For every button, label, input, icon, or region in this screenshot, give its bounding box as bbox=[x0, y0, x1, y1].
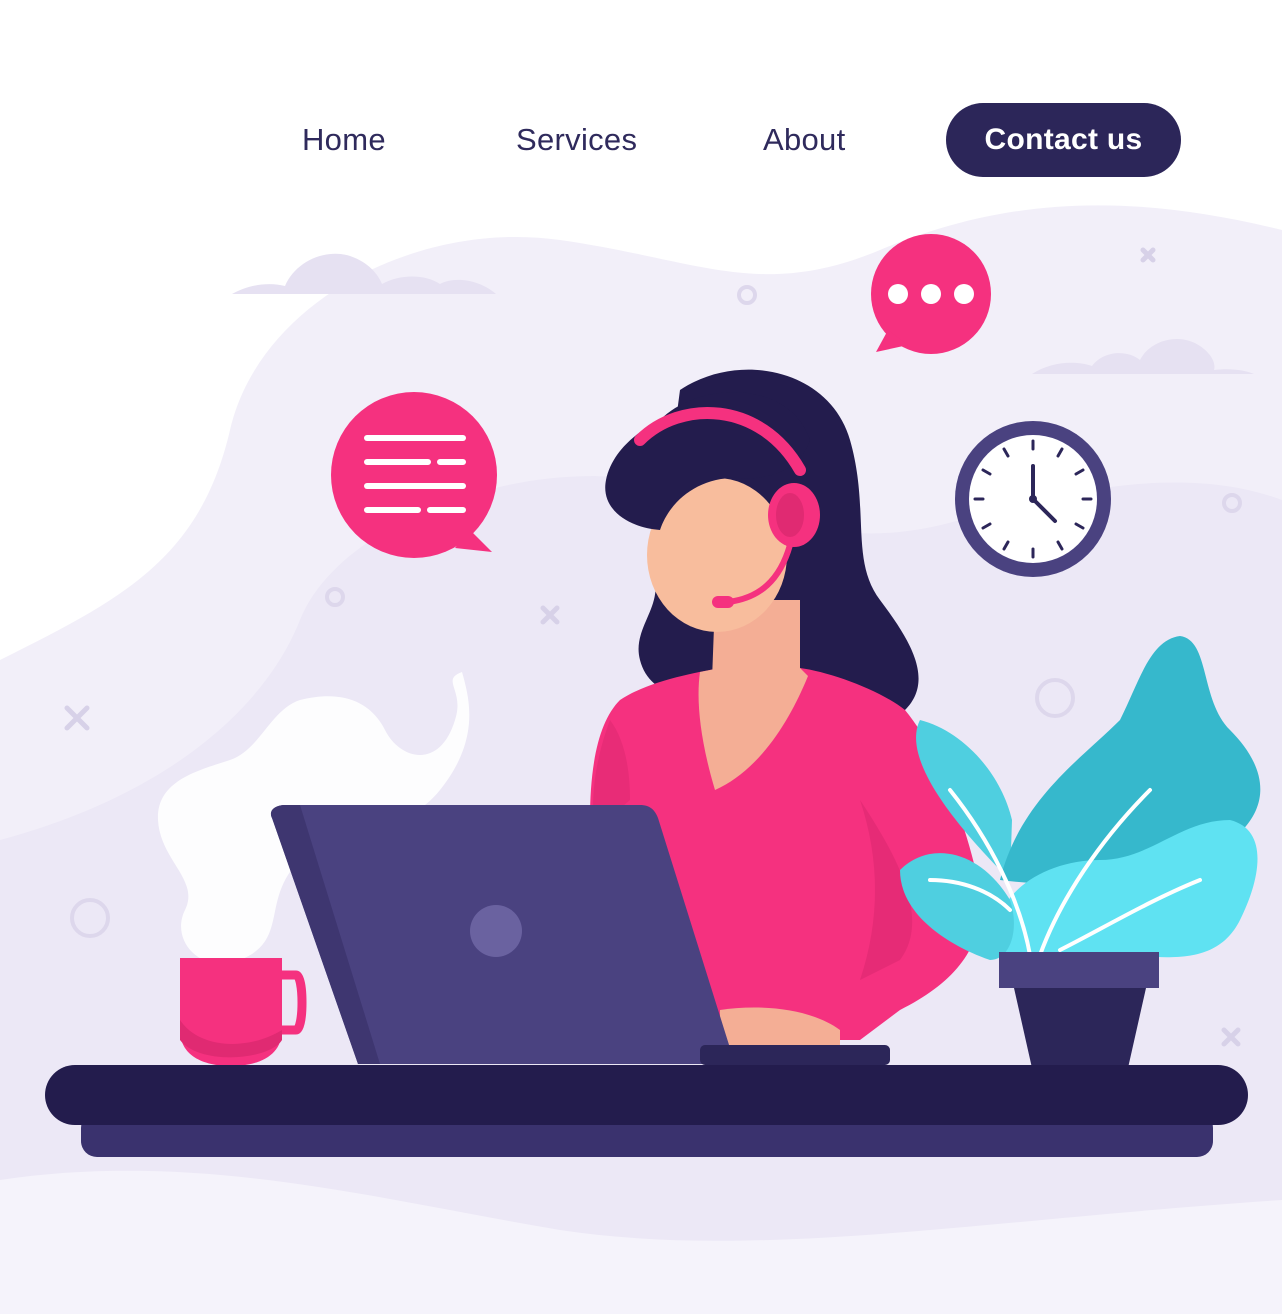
text-message-bubble-icon bbox=[331, 392, 497, 558]
desk bbox=[45, 1065, 1248, 1157]
wall-clock-icon bbox=[955, 421, 1111, 577]
top-nav: Home Services About Contact us bbox=[0, 103, 1282, 177]
landing-page: Home Services About Contact us bbox=[0, 0, 1282, 1314]
support-agent-illustration bbox=[0, 205, 1282, 1314]
typing-dots-bubble-icon bbox=[871, 234, 991, 354]
contact-us-button[interactable]: Contact us bbox=[946, 103, 1181, 177]
nav-about-link[interactable]: About bbox=[763, 103, 846, 177]
nav-home-link[interactable]: Home bbox=[302, 103, 386, 177]
nav-services-link[interactable]: Services bbox=[516, 103, 637, 177]
